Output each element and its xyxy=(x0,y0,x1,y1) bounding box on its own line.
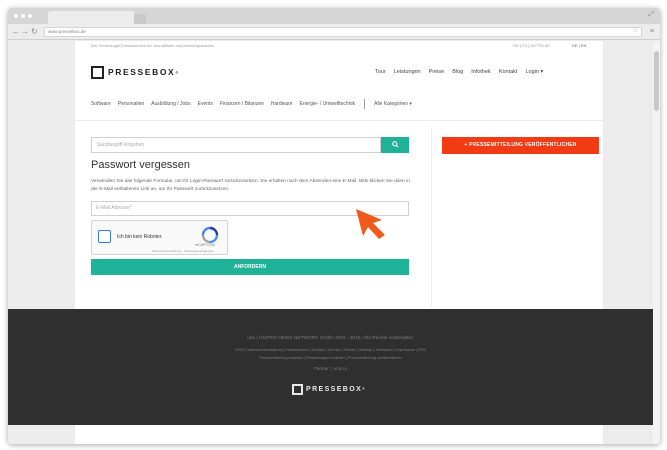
recaptcha-checkbox[interactable] xyxy=(98,230,111,243)
nav-preise[interactable]: Preise xyxy=(429,69,445,75)
window-close-icon[interactable] xyxy=(14,14,18,18)
browser-tab[interactable] xyxy=(48,11,134,24)
category-events[interactable]: Events xyxy=(198,101,213,107)
category-energie-umwelttechnik[interactable]: Energie- / Umwelttechnik xyxy=(300,101,356,107)
footer-links[interactable]: AGB | Datenschutzerklärung | Nutzerkonte… xyxy=(8,348,653,352)
browser-menu-icon[interactable]: ≡ xyxy=(650,28,654,36)
category-rule xyxy=(75,120,603,121)
page-title: Passwort vergessen xyxy=(91,159,191,171)
recaptcha-label: Ich bin kein Roboter. xyxy=(117,234,163,240)
expand-icon[interactable]: ⤢ xyxy=(648,11,654,18)
url-field[interactable]: www.pressebox.de xyxy=(44,27,642,37)
category-software[interactable]: Software xyxy=(91,101,111,107)
pressebox-logo[interactable]: PRESSEBOX ® xyxy=(91,65,178,79)
recaptcha-terms-link[interactable]: Datenschutzerklärung - Nutzungsbedingung… xyxy=(152,249,214,253)
search-button[interactable] xyxy=(381,137,409,153)
logo-square-icon xyxy=(91,65,104,79)
vertical-scrollbar[interactable] xyxy=(653,41,660,444)
category-personalien[interactable]: Personalien xyxy=(118,101,144,107)
address-bar-row: ← → ↻ www.pressebox.de ☆ ≡ xyxy=(8,24,660,40)
bookmark-star-icon[interactable]: ☆ xyxy=(632,27,638,35)
window-zoom-icon[interactable] xyxy=(28,14,32,18)
footer-copyright: unn | UNITED NEWS NETWORK GmbH 2002 - 20… xyxy=(247,336,414,341)
search-input[interactable]: Suchbegriff eingeben xyxy=(91,137,381,153)
browser-titlebar: ⤢ xyxy=(8,8,660,24)
logo-text: PRESSEBOX xyxy=(108,67,176,77)
category-finanzen-bilanzen[interactable]: Finanzen / Bilanzen xyxy=(220,101,264,107)
submit-button[interactable]: ANFORDERN xyxy=(91,259,409,275)
search-icon xyxy=(391,141,399,148)
form-description: Verwenden Sie das folgende Formular, um … xyxy=(91,179,410,192)
nav-kontakt[interactable]: Kontakt xyxy=(499,69,518,75)
footer-links-secondary[interactable]: Pressemitteilung erstellen | Pressemappe… xyxy=(8,356,653,360)
all-categories-dropdown[interactable]: Alle Kategorien ▾ xyxy=(374,101,412,107)
nav-leistungen[interactable]: Leistungen xyxy=(394,69,421,75)
browser-window: ⤢ ← → ↻ www.pressebox.de ☆ ≡ Der Technol… xyxy=(8,8,660,444)
tagline: Der Technologie Presseservice für Journa… xyxy=(91,43,215,48)
scrollbar-thumb[interactable] xyxy=(654,51,659,111)
new-tab-button[interactable] xyxy=(134,14,146,24)
nav-blog[interactable]: Blog xyxy=(452,69,463,75)
phone-number[interactable]: +49 (721) 667793-00 xyxy=(512,43,549,48)
footer-logo[interactable]: PRESSEBOX ® xyxy=(292,383,365,395)
category-ausbildung-jobs[interactable]: Ausbildung / Jobs xyxy=(151,101,190,107)
page-viewport: Der Technologie Presseservice für Journa… xyxy=(8,41,660,444)
nav-login[interactable]: Login ▾ xyxy=(525,69,543,75)
publish-press-release-button[interactable]: + PRESSEMITTEILUNG VERÖFFENTLICHEN xyxy=(442,137,599,154)
language-switch[interactable]: DE | EN xyxy=(572,43,586,48)
nav-infothek[interactable]: Infothek xyxy=(471,69,491,75)
reload-icon[interactable]: ↻ xyxy=(31,26,38,38)
site-footer: unn | UNITED NEWS NETWORK GmbH 2002 - 20… xyxy=(8,309,653,425)
footer-partner[interactable]: Partner: | unn.cx xyxy=(8,366,653,371)
forward-icon[interactable]: → xyxy=(21,26,29,38)
category-hardware[interactable]: Hardware xyxy=(271,101,293,107)
recaptcha-brand: reCAPTCHA xyxy=(195,243,215,247)
logo-registered-mark: ® xyxy=(175,69,179,75)
column-separator xyxy=(431,127,432,307)
category-navigation: Software Personalien Ausbildung / Jobs E… xyxy=(91,99,587,109)
nav-tour[interactable]: Tour xyxy=(375,69,386,75)
category-divider xyxy=(364,99,366,109)
footer-logo-square-icon xyxy=(292,383,303,395)
footer-logo-text: PRESSEBOX xyxy=(306,385,363,393)
recaptcha-widget: Ich bin kein Roboter. reCAPTCHA Datensch… xyxy=(91,220,228,255)
footer-logo-registered-mark: ® xyxy=(362,387,365,391)
recaptcha-icon xyxy=(201,226,219,244)
window-minimize-icon[interactable] xyxy=(21,14,25,18)
top-navigation: Tour Leistungen Preise Blog Infothek Kon… xyxy=(375,69,543,75)
pointer-arrow-icon xyxy=(356,209,385,239)
back-icon[interactable]: ← xyxy=(12,26,20,38)
top-info-strip: Der Technologie Presseservice für Journa… xyxy=(75,41,603,51)
